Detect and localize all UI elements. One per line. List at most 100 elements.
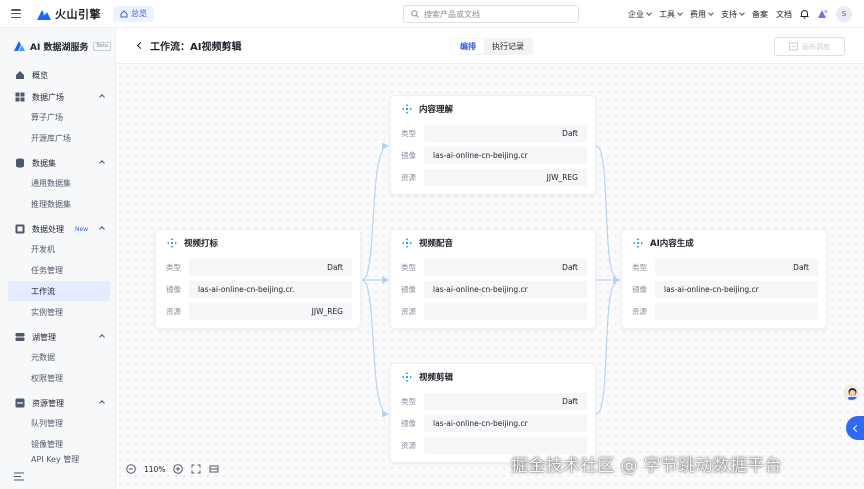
sidebar-item-api-key[interactable]: API Key 管理 — [0, 454, 116, 464]
type-value[interactable]: Daft — [424, 392, 587, 410]
overview-button[interactable]: 总览 — [113, 5, 154, 22]
home-icon — [120, 9, 128, 17]
service-logo-icon — [14, 41, 25, 51]
zoom-out-icon[interactable] — [126, 464, 136, 474]
grid-icon — [15, 92, 25, 102]
sidebar-group-lake-management[interactable]: 湖管理 — [0, 327, 116, 347]
type-value[interactable]: Daft — [189, 258, 352, 276]
sidebar-item-task-management[interactable]: 任务管理 — [0, 260, 116, 280]
zoom-controls: 110% — [126, 459, 219, 479]
tab-orchestrate[interactable]: 编排 — [452, 39, 484, 54]
type-label: 类型 — [401, 396, 416, 406]
node-ai-content-generation[interactable]: AI内容生成 类型 Daft 镜像 las-ai-online-cn-beijing… — [621, 229, 827, 329]
user-avatar[interactable]: S — [836, 6, 852, 22]
beta-badge: Beta — [93, 41, 111, 51]
search-input[interactable] — [424, 9, 564, 19]
sidebar-item-dev-machine[interactable]: 开发机 — [0, 239, 116, 259]
sidebar-group-data-processing[interactable]: 数据处理 New — [0, 219, 116, 239]
sidebar-item-operator-square[interactable]: 算子广场 — [0, 107, 116, 127]
edge-editing-generate — [595, 276, 621, 415]
node-move-icon — [402, 238, 412, 248]
node-title: 视频剪辑 — [419, 373, 454, 383]
sidebar-item-instance-management[interactable]: 实例管理 — [0, 302, 116, 322]
sidebar-item-metadata[interactable]: 元数据 — [0, 347, 116, 367]
sidebar-group-resource-management[interactable]: 资源管理 — [0, 393, 116, 413]
chevron-up-icon — [99, 334, 105, 340]
image-value[interactable]: las-ai-online-cn-beijing.cr — [424, 414, 587, 432]
image-value[interactable]: las-ai-online-cn-beijing.cr — [424, 280, 587, 298]
schedule-button[interactable]: 画布调度 — [774, 37, 845, 56]
nav-support[interactable]: 支持 — [721, 9, 744, 20]
image-value[interactable]: las-ai-online-cn-beijing.cr. — [189, 280, 352, 298]
schedule-label: 画布调度 — [802, 42, 830, 51]
back-arrow-icon[interactable] — [136, 41, 145, 50]
assistant-avatar[interactable] — [843, 384, 860, 401]
sidebar-item-permissions[interactable]: 权限管理 — [0, 368, 116, 388]
menu-icon[interactable] — [11, 9, 21, 18]
chevron-up-icon — [99, 94, 105, 100]
page-header: 工作流：AI视频剪辑 编排 执行记录 画布调度 — [116, 28, 864, 64]
ai-assistant-icon[interactable] — [817, 9, 828, 19]
source-value[interactable] — [655, 302, 818, 320]
minimap-icon[interactable] — [209, 464, 219, 474]
watermark: 掘金技术社区 @ 字节跳动数据平台 — [511, 456, 782, 476]
type-label: 类型 — [632, 262, 647, 272]
sidebar-item-opensource-square[interactable]: 开源库广场 — [0, 128, 116, 148]
type-value[interactable]: Daft — [424, 124, 587, 142]
image-value[interactable]: las-ai-online-cn-beijing.cr — [424, 146, 587, 164]
node-move-icon — [633, 238, 643, 248]
expand-panel-button[interactable] — [846, 416, 864, 440]
node-video-tagging[interactable]: 视频打标 类型 Daft 镜像 las-ai-online-cn-beijing.c… — [155, 229, 361, 329]
image-value[interactable]: las-ai-online-cn-beijing.cr — [655, 280, 818, 298]
node-video-editing[interactable]: 视频剪辑 类型 Daft 镜像 las-ai-online-cn-beijing.c… — [390, 363, 596, 463]
sidebar-item-queue-management[interactable]: 队列管理 — [0, 413, 116, 433]
sidebar-item-overview[interactable]: 概览 — [0, 65, 116, 85]
sidebar: AI 数据湖服务 Beta 概览 数据广场 算子广场 开源库广场 数据集 通用数… — [0, 28, 116, 489]
sidebar-item-label: 资源管理 — [32, 398, 64, 408]
node-video-dubbing[interactable]: 视频配音 类型 Daft 镜像 las-ai-online-cn-beijing.c… — [390, 229, 596, 329]
sidebar-item-image-management[interactable]: 镜像管理 — [0, 434, 116, 454]
image-label: 镜像 — [401, 150, 416, 160]
resource-icon — [15, 398, 25, 408]
collapse-sidebar-icon[interactable] — [14, 472, 24, 481]
nav-tools[interactable]: 工具 — [659, 9, 682, 20]
nav-docs[interactable]: 文档 — [776, 9, 792, 20]
source-value[interactable]: JJW_REG — [424, 168, 587, 186]
sidebar-item-workflow[interactable]: 工作流 — [8, 281, 110, 301]
nav-enterprise[interactable]: 企业 — [628, 9, 651, 20]
service-header: AI 数据湖服务 Beta — [0, 28, 115, 64]
node-content-understanding[interactable]: 内容理解 类型 Daft 镜像 las-ai-online-cn-beijing.c… — [390, 95, 596, 195]
node-move-icon — [402, 372, 412, 382]
page-title: 工作流：AI视频剪辑 — [150, 42, 242, 53]
bell-icon[interactable] — [800, 9, 809, 19]
sidebar-item-label: 概览 — [32, 70, 48, 80]
search-box[interactable] — [403, 5, 579, 23]
image-label: 镜像 — [401, 418, 416, 428]
nav-filing[interactable]: 备案 — [752, 9, 768, 20]
source-label: 资源 — [166, 306, 181, 316]
chevron-up-icon — [99, 400, 105, 406]
source-value[interactable]: JJW_REG — [189, 302, 352, 320]
overview-label: 总览 — [131, 9, 147, 18]
node-move-icon — [402, 104, 412, 114]
zoom-in-icon[interactable] — [173, 464, 184, 474]
sidebar-group-data-square[interactable]: 数据广场 — [0, 87, 116, 107]
sidebar-item-inference-datasets[interactable]: 推理数据集 — [0, 194, 116, 214]
workflow-canvas[interactable]: 视频打标 类型 Daft 镜像 las-ai-online-cn-beijing.c… — [116, 64, 864, 489]
type-value[interactable]: Daft — [655, 258, 818, 276]
type-label: 类型 — [401, 262, 416, 272]
type-label: 类型 — [166, 262, 181, 272]
top-bar: 火山引擎 总览 企业 工具 费用 支持 备案 文档 S — [0, 0, 864, 28]
sidebar-group-datasets[interactable]: 数据集 — [0, 153, 116, 173]
node-title: AI内容生成 — [650, 239, 694, 249]
nav-billing[interactable]: 费用 — [690, 9, 713, 20]
chevron-up-icon — [99, 226, 105, 232]
brand-logo[interactable]: 火山引擎 — [37, 6, 101, 22]
type-value[interactable]: Daft — [424, 258, 587, 276]
sidebar-item-label: 数据处理 — [32, 224, 64, 234]
lake-icon — [15, 333, 25, 341]
fit-view-icon[interactable] — [191, 464, 201, 474]
source-value[interactable] — [424, 302, 587, 320]
sidebar-item-general-datasets[interactable]: 通用数据集 — [0, 173, 116, 193]
tab-run-history[interactable]: 执行记录 — [484, 39, 532, 54]
